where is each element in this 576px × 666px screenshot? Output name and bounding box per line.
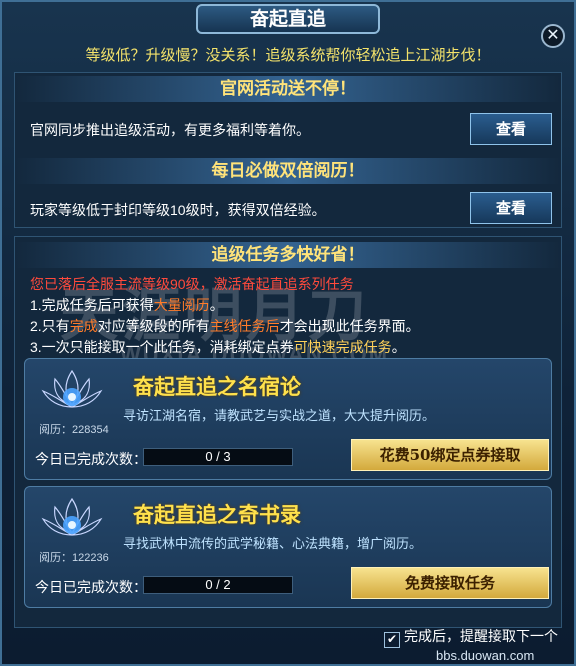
double-exp-text: 玩家等级低于封印等级10级时，获得双倍经验。 bbox=[30, 202, 326, 218]
quest-card: 阅历：122236 奋起直追之奇书录 寻找武林中流传的武学秘籍、心法典籍，增广阅… bbox=[24, 486, 552, 608]
section-heading-official: 官网活动送不停！ bbox=[15, 76, 561, 102]
remind-next-label: 完成后，提醒接取下一个 bbox=[404, 628, 558, 644]
quest-description: 寻找武林中流传的武学秘籍、心法典籍，增广阅历。 bbox=[123, 536, 423, 551]
completion-count-value: 0 / 2 bbox=[143, 576, 293, 594]
rule-line-2: 2.只有完成对应等级段的所有主线任务后才会出现此任务界面。 bbox=[30, 318, 420, 334]
quest-description: 寻访江湖名宿，请教武艺与实战之道，大大提升阅历。 bbox=[123, 408, 436, 423]
quest-title: 奋起直追之奇书录 bbox=[133, 502, 301, 527]
behind-level-text: 您已落后全服主流等级90级，激活奋起直追系列任务 bbox=[30, 276, 354, 292]
remind-next-checkbox[interactable]: ✔ 完成后，提醒接取下一个 bbox=[384, 626, 558, 648]
view-double-button[interactable]: 查看 bbox=[470, 192, 552, 224]
view-official-button[interactable]: 查看 bbox=[470, 113, 552, 145]
quest-title: 奋起直追之名宿论 bbox=[133, 374, 301, 399]
lotus-icon bbox=[41, 369, 103, 408]
accept-quest-paid-button[interactable]: 花费50绑定点券接取 bbox=[351, 439, 549, 471]
accept-quest-free-button[interactable]: 免费接取任务 bbox=[351, 567, 549, 599]
banner-text: 等级低？升级慢？没关系！追级系统帮你轻松追上江湖步伐！ bbox=[85, 47, 491, 64]
rule-line-1: 1.完成任务后可获得大量阅历。 bbox=[30, 297, 224, 313]
section-heading-quests: 追级任务多快好省！ bbox=[15, 242, 561, 268]
completion-count-label: 今日已完成次数： bbox=[35, 579, 147, 595]
rule-line-3: 3.一次只能接取一个此任务，消耗绑定点券可快速完成任务。 bbox=[30, 339, 406, 355]
exp-reward: 阅历：122236 bbox=[39, 552, 109, 564]
exp-reward: 阅历：228354 bbox=[39, 424, 109, 436]
section-heading-double: 每日必做双倍阅历！ bbox=[15, 158, 561, 184]
window-title: 奋起直追 bbox=[196, 4, 380, 34]
completion-count-label: 今日已完成次数： bbox=[35, 451, 147, 467]
lotus-icon bbox=[41, 497, 103, 536]
official-activity-text: 官网同步推出追级活动，有更多福利等着你。 bbox=[30, 122, 310, 138]
quest-card: 阅历：228354 奋起直追之名宿论 寻访江湖名宿，请教武艺与实战之道，大大提升… bbox=[24, 358, 552, 480]
checkmark-icon[interactable]: ✔ bbox=[384, 632, 400, 648]
completion-count-value: 0 / 3 bbox=[143, 448, 293, 466]
watermark-footer: bbs.duowan.com bbox=[436, 648, 535, 663]
